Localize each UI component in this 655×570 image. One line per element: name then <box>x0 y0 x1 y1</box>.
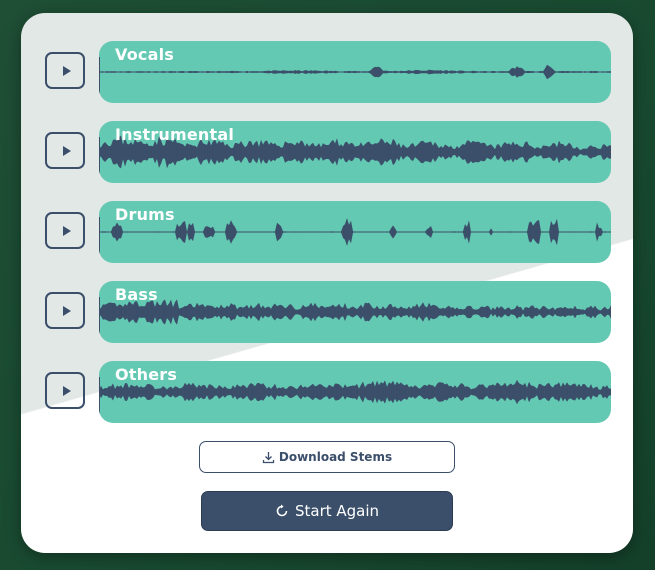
play-icon <box>63 146 71 156</box>
waveform-graphic <box>99 281 611 343</box>
play-button-vocals[interactable] <box>45 52 85 89</box>
track-label: Instrumental <box>115 125 234 144</box>
start-again-button[interactable]: Start Again <box>201 491 453 531</box>
track-label: Bass <box>115 285 158 304</box>
waveform-bass[interactable]: Bass <box>99 281 611 343</box>
refresh-icon <box>275 504 289 518</box>
track-label: Others <box>115 365 177 384</box>
waveform-drums[interactable]: Drums <box>99 201 611 263</box>
play-button-instrumental[interactable] <box>45 132 85 169</box>
play-button-drums[interactable] <box>45 212 85 249</box>
track-vocals: Vocals <box>45 41 611 103</box>
track-drums: Drums <box>45 201 611 263</box>
playhead <box>99 377 100 421</box>
track-others: Others <box>45 361 611 423</box>
waveform-graphic <box>99 41 611 103</box>
waveform-vocals[interactable]: Vocals <box>99 41 611 103</box>
play-icon <box>63 66 71 76</box>
waveform-graphic <box>99 201 611 263</box>
stem-player-card: Vocals Instrumental Drums Bass O <box>21 13 633 553</box>
download-stems-button[interactable]: Download Stems <box>199 441 455 473</box>
play-button-bass[interactable] <box>45 292 85 329</box>
download-icon <box>262 451 275 464</box>
play-icon <box>63 386 71 396</box>
start-again-label: Start Again <box>295 502 379 520</box>
playhead <box>99 137 100 181</box>
play-button-others[interactable] <box>45 372 85 409</box>
waveform-instrumental[interactable]: Instrumental <box>99 121 611 183</box>
play-icon <box>63 226 71 236</box>
waveform-others[interactable]: Others <box>99 361 611 423</box>
playhead <box>99 297 100 341</box>
playhead <box>99 57 100 101</box>
track-label: Drums <box>115 205 175 224</box>
play-icon <box>63 306 71 316</box>
track-label: Vocals <box>115 45 174 64</box>
track-bass: Bass <box>45 281 611 343</box>
playhead <box>99 217 100 261</box>
track-instrumental: Instrumental <box>45 121 611 183</box>
download-stems-label: Download Stems <box>279 450 392 464</box>
